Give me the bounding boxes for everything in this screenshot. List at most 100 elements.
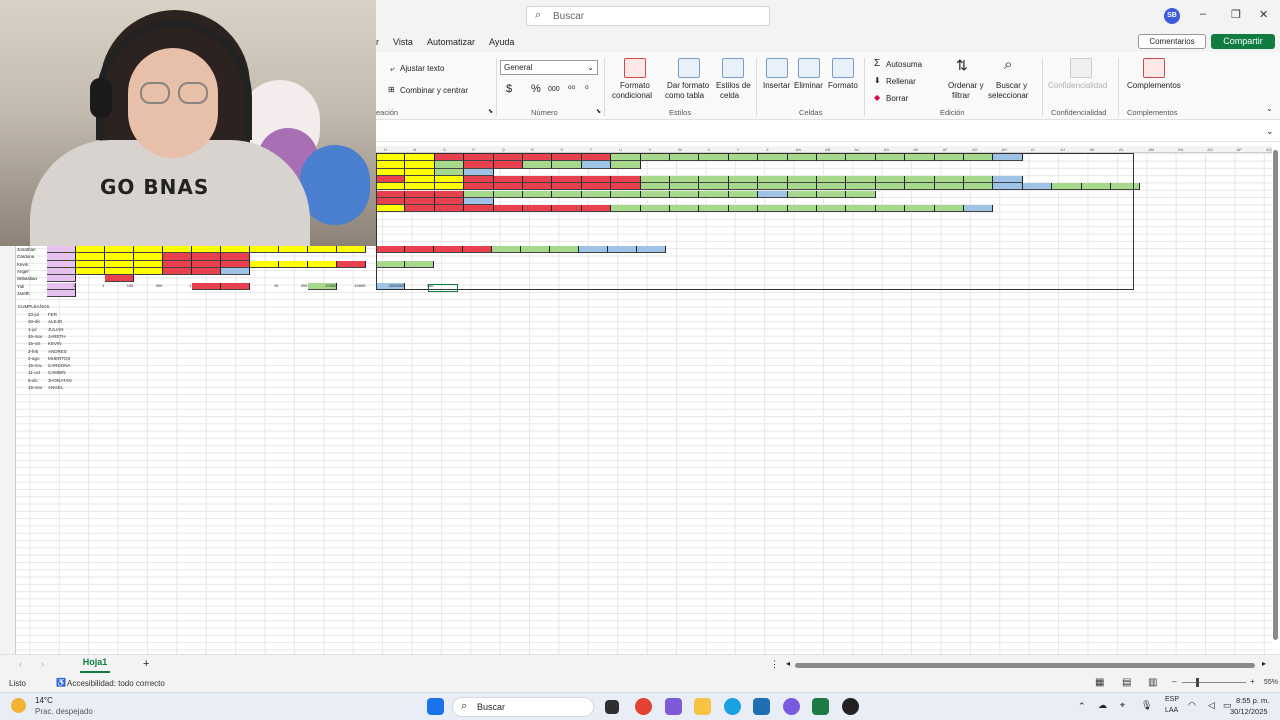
zoom-slider-thumb[interactable] xyxy=(1196,678,1199,687)
discord-icon[interactable] xyxy=(783,698,800,715)
column-header[interactable]: AG xyxy=(972,147,978,152)
birthday-name[interactable]: MUERTOS xyxy=(48,356,70,361)
sort-filter-label-1[interactable]: Ordenar y xyxy=(948,81,984,90)
clock-time[interactable]: 8:55 p. m. xyxy=(1236,696,1269,705)
grid-cell[interactable] xyxy=(308,260,338,268)
grid-cell[interactable] xyxy=(76,260,106,268)
chrome-icon[interactable] xyxy=(635,698,652,715)
column-header[interactable]: N xyxy=(413,147,416,152)
merge-center-button[interactable]: Combinar y centrar xyxy=(400,86,468,95)
column-header[interactable]: AP xyxy=(1237,147,1242,152)
column-header[interactable]: AK xyxy=(1090,147,1095,152)
name-cell[interactable]: Jareth xyxy=(17,290,30,297)
share-button[interactable]: Compartir xyxy=(1211,34,1275,49)
grid-cell[interactable] xyxy=(134,267,164,276)
format-as-table-label-1[interactable]: Dar formato xyxy=(667,81,709,90)
total-value[interactable]: 200 xyxy=(279,283,308,290)
file-explorer-icon[interactable] xyxy=(694,698,711,715)
close-button[interactable]: ✕ xyxy=(1259,8,1268,21)
tray-chevron-icon[interactable]: ⌃ xyxy=(1078,701,1086,712)
column-header[interactable]: AF xyxy=(943,147,948,152)
grid-cell[interactable] xyxy=(134,253,164,261)
name-cell[interactable]: Angel xyxy=(17,268,29,275)
keyboard-layout[interactable]: LAA xyxy=(1165,707,1178,714)
birthday-date[interactable]: 26-mar xyxy=(28,334,42,339)
alignment-launcher-icon[interactable]: ⬊ xyxy=(488,108,493,115)
avatar[interactable]: SB xyxy=(1164,8,1180,24)
grid-cell[interactable] xyxy=(105,246,135,254)
zoom-out-button[interactable]: – xyxy=(1172,677,1176,686)
thousands-button[interactable]: 000 xyxy=(548,86,560,93)
wifi-icon[interactable]: ◠ xyxy=(1188,700,1196,711)
birthday-name[interactable]: JULIAN xyxy=(48,327,64,332)
grid-cell[interactable] xyxy=(192,282,222,290)
grid-cell[interactable] xyxy=(221,253,251,261)
zoom-level[interactable]: 55% xyxy=(1264,679,1278,686)
grid-cell[interactable] xyxy=(47,267,77,276)
column-header[interactable]: AI xyxy=(1031,147,1035,152)
grid-cell[interactable] xyxy=(221,282,251,290)
column-header[interactable]: AC xyxy=(854,147,860,152)
grid-cell[interactable] xyxy=(221,260,251,268)
menu-item-partial[interactable]: r xyxy=(376,37,379,47)
grid-cell[interactable] xyxy=(134,246,164,254)
grid-cell[interactable] xyxy=(76,246,106,254)
grid-cell[interactable] xyxy=(105,253,135,261)
volume-icon[interactable]: ◁ xyxy=(1208,700,1215,711)
column-header[interactable]: S xyxy=(560,147,563,152)
fill-button[interactable]: Rellenar xyxy=(886,77,916,86)
sensitivity-button[interactable]: Confidencialidad xyxy=(1048,81,1107,90)
total-value[interactable]: 100 xyxy=(105,283,134,290)
language-code[interactable]: ESP xyxy=(1165,696,1179,703)
weather-temp[interactable]: 14°C xyxy=(35,696,53,705)
insert-cells-button[interactable]: Insertar xyxy=(763,81,790,90)
scroll-right-icon[interactable]: ▸ xyxy=(1262,659,1266,668)
grid-cell[interactable] xyxy=(47,275,77,283)
total-value[interactable]: 1 xyxy=(76,283,105,290)
name-cell[interactable]: Yuli xyxy=(17,283,24,290)
grid-cell[interactable] xyxy=(163,246,193,254)
vertical-scrollbar[interactable] xyxy=(1273,150,1278,640)
copilot-icon[interactable] xyxy=(665,698,682,715)
excel-taskbar-icon[interactable] xyxy=(812,698,829,715)
more-options-icon[interactable]: ⋮ xyxy=(770,659,779,670)
prev-sheet-icon[interactable]: ‹ xyxy=(19,659,22,669)
total-value[interactable]: 10000 xyxy=(308,283,337,290)
grid-cell[interactable] xyxy=(105,260,135,268)
birthday-date[interactable]: 2-ago xyxy=(28,356,40,361)
grid-cell[interactable] xyxy=(163,260,193,268)
birthday-date[interactable]: 1-jul xyxy=(28,327,37,332)
app-icon[interactable] xyxy=(842,698,859,715)
next-sheet-icon[interactable]: › xyxy=(41,659,44,669)
column-header[interactable]: W xyxy=(678,147,682,152)
cell-styles-label-1[interactable]: Estilos de xyxy=(716,81,751,90)
grid-cell[interactable] xyxy=(47,260,77,268)
grid-cell[interactable] xyxy=(192,260,222,268)
normal-view-icon[interactable]: ▦ xyxy=(1095,677,1104,688)
location-icon[interactable]: ⌖ xyxy=(1120,700,1125,711)
number-format-select[interactable]: General ⌄ xyxy=(500,60,598,75)
find-select-label-2[interactable]: seleccionar xyxy=(988,91,1028,100)
column-header[interactable]: AO xyxy=(1207,147,1213,152)
column-header[interactable]: Q xyxy=(502,147,505,152)
birthday-name[interactable]: ANGEL xyxy=(48,385,63,390)
grid-cell[interactable] xyxy=(163,253,193,261)
column-header[interactable]: X xyxy=(707,147,710,152)
weather-icon[interactable] xyxy=(11,698,26,713)
grid-cell[interactable] xyxy=(47,246,77,254)
increase-decimal-icon[interactable]: ⁰⁰ xyxy=(568,84,575,95)
add-sheet-button[interactable]: + xyxy=(143,658,149,670)
column-header[interactable]: U xyxy=(619,147,622,152)
column-header[interactable]: AB xyxy=(825,147,830,152)
total-value[interactable]: 1 xyxy=(47,283,76,290)
conditional-format-label-1[interactable]: Formato xyxy=(620,81,650,90)
grid-cell[interactable] xyxy=(134,260,164,268)
grid-cell[interactable] xyxy=(250,246,280,254)
total-value[interactable]: 1 xyxy=(163,283,192,290)
column-header[interactable]: Z xyxy=(766,147,768,152)
page-layout-icon[interactable]: ▤ xyxy=(1122,677,1131,688)
column-header[interactable]: P xyxy=(472,147,475,152)
search-box[interactable]: ⌕ Buscar xyxy=(526,6,770,26)
autosum-button[interactable]: Autosuma xyxy=(886,60,922,69)
birthday-date[interactable]: 15-nov xyxy=(28,363,42,368)
